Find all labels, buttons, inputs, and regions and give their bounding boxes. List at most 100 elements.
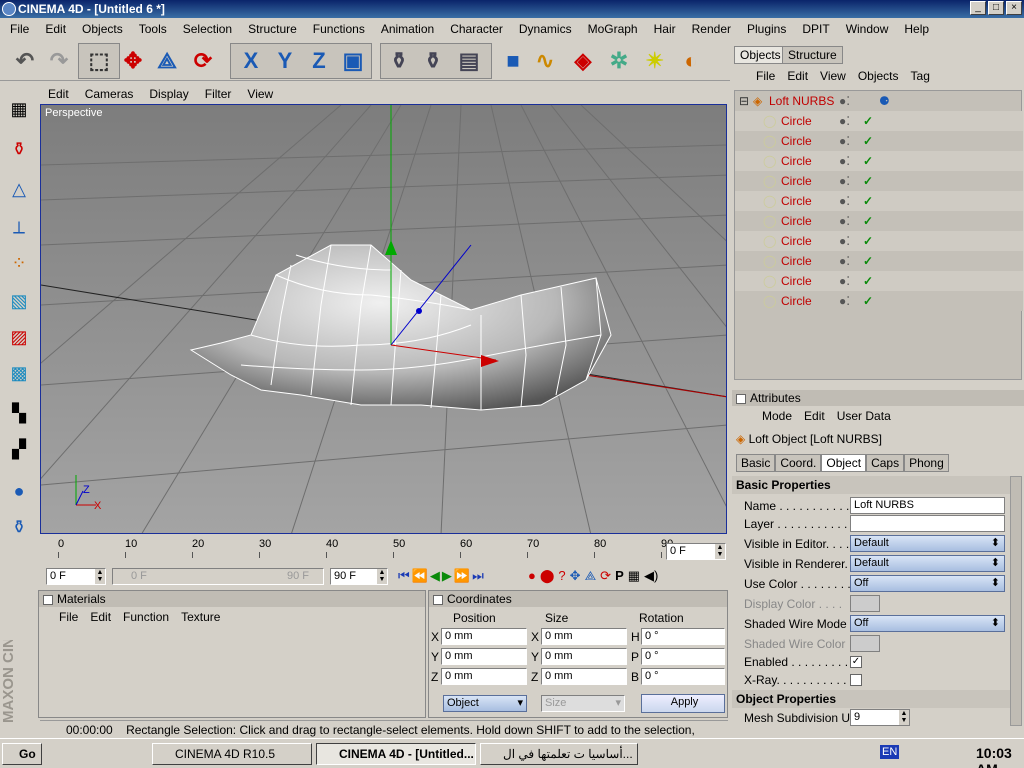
- object-row-circle[interactable]: ◯ Circle ●⁚ ✓: [735, 191, 1023, 211]
- mesh-subdivision-u-field[interactable]: 9 ▲ ▼: [850, 709, 910, 726]
- tab-caps[interactable]: Caps: [866, 454, 905, 472]
- tab-objects[interactable]: Objects: [734, 46, 787, 64]
- play-backward-icon[interactable]: ◀: [430, 568, 440, 584]
- display-color-swatch[interactable]: [850, 595, 880, 612]
- close-button[interactable]: ×: [1006, 1, 1022, 15]
- materials-menu-file[interactable]: File: [53, 610, 84, 624]
- coordinate-system-icon[interactable]: ▣: [338, 45, 368, 77]
- object-row-circle[interactable]: ◯ Circle ●⁚ ✓: [735, 171, 1023, 191]
- menu-help[interactable]: Help: [896, 22, 937, 36]
- scale-icon[interactable]: ⟁: [152, 45, 182, 77]
- position-key-icon[interactable]: ✥: [570, 568, 581, 584]
- enabled-check-icon[interactable]: ✓: [863, 211, 873, 231]
- viewport-menu-filter[interactable]: Filter: [197, 87, 240, 101]
- visibility-dots-icon[interactable]: ●⁚: [839, 191, 850, 211]
- apply-button[interactable]: Apply: [641, 694, 725, 713]
- visibility-dots-icon[interactable]: ●⁚: [839, 151, 850, 171]
- texture-tool-icon[interactable]: ▩: [4, 358, 34, 388]
- visibility-dots-icon[interactable]: ●⁚: [839, 111, 850, 131]
- object-row-circle[interactable]: ◯ Circle ●⁚ ✓: [735, 271, 1023, 291]
- rotation-field[interactable]: 0 °: [641, 628, 725, 645]
- nurbs-icon[interactable]: ◈: [568, 45, 598, 77]
- current-frame-field[interactable]: 0 F ▲ ▼: [666, 543, 726, 560]
- start-button[interactable]: Go: [2, 743, 42, 765]
- attributes-scrollbar[interactable]: [1010, 476, 1022, 726]
- attributes-menu-edit[interactable]: Edit: [798, 409, 831, 423]
- menu-file[interactable]: File: [2, 22, 37, 36]
- enabled-check-icon[interactable]: ✓: [863, 231, 873, 251]
- visibility-dots-icon[interactable]: ●⁚: [839, 211, 850, 231]
- rectangle-selection-icon[interactable]: ⬚: [84, 45, 114, 77]
- visibility-dots-icon[interactable]: ●⁚: [839, 171, 850, 191]
- object-row-circle[interactable]: ◯ Circle ●⁚ ✓: [735, 291, 1023, 311]
- name-input[interactable]: Loft NURBS: [850, 497, 1005, 514]
- tab-structure[interactable]: Structure: [782, 46, 843, 64]
- autokey-icon[interactable]: ⬤: [540, 568, 555, 584]
- visible-renderer-select[interactable]: Default ⬍: [850, 555, 1005, 572]
- tab-coord[interactable]: Coord.: [775, 454, 822, 472]
- coordinate-mode-select[interactable]: Object ▾: [443, 695, 527, 712]
- menu-window[interactable]: Window: [838, 22, 897, 36]
- go-to-end-icon[interactable]: ⏭: [472, 568, 484, 584]
- visibility-dots-icon[interactable]: ●⁚: [839, 91, 850, 111]
- materials-menu-function[interactable]: Function: [117, 610, 175, 624]
- viewport-layout-icon[interactable]: ▦: [4, 94, 34, 124]
- size-field[interactable]: 0 mm: [541, 628, 627, 645]
- visibility-dots-icon[interactable]: ●⁚: [839, 251, 850, 271]
- size-mode-select[interactable]: Size ▾: [541, 695, 625, 712]
- taskbar-item-c4d-untitled[interactable]: CINEMA 4D - [Untitled...: [316, 743, 476, 765]
- rotate-icon[interactable]: ⟳: [188, 45, 218, 77]
- object-row-circle[interactable]: ◯ Circle ●⁚ ✓: [735, 131, 1023, 151]
- enabled-check-icon[interactable]: ✓: [863, 111, 873, 131]
- menu-dpit[interactable]: DPIT: [794, 22, 837, 36]
- rotation-field[interactable]: 0 °: [641, 668, 725, 685]
- viewport-menu-cameras[interactable]: Cameras: [77, 87, 142, 101]
- window-titlebar[interactable]: CINEMA 4D - [Untitled 6 *]: [0, 0, 1024, 18]
- visible-editor-select[interactable]: Default ⬍: [850, 535, 1005, 552]
- collapse-icon[interactable]: ⊟: [739, 91, 749, 111]
- object-axis-icon[interactable]: ⟂: [4, 212, 34, 242]
- rotation-key-icon[interactable]: ⟳: [600, 568, 611, 584]
- size-field[interactable]: 0 mm: [541, 648, 627, 665]
- minimize-button[interactable]: _: [970, 1, 986, 15]
- visibility-dots-icon[interactable]: ●⁚: [839, 131, 850, 151]
- object-manager-list[interactable]: ⊟ ◈ Loft NURBS ●⁚ ⚈ ◯ Circle ●⁚ ✓ ◯ Circle ●⁚ ✓…: [734, 90, 1023, 380]
- undo-icon[interactable]: ↶: [10, 45, 40, 77]
- object-row-circle[interactable]: ◯ Circle ●⁚ ✓: [735, 231, 1023, 251]
- enabled-checkbox[interactable]: ✓: [850, 656, 862, 668]
- enabled-check-icon[interactable]: ✓: [863, 171, 873, 191]
- viewport-menu-display[interactable]: Display: [141, 87, 196, 101]
- light-icon[interactable]: ✴: [640, 45, 670, 77]
- tab-basic[interactable]: Basic: [736, 454, 776, 472]
- play-forward-icon[interactable]: ▶: [442, 568, 452, 584]
- sound-icon[interactable]: ◀): [644, 568, 658, 584]
- parameter-key-icon[interactable]: P: [615, 568, 624, 584]
- rotation-field[interactable]: 0 °: [641, 648, 725, 665]
- use-color-select[interactable]: Off ⬍: [850, 575, 1005, 592]
- start-frame-field[interactable]: 0 F ▲ ▼: [46, 568, 106, 585]
- viewport-menu-edit[interactable]: Edit: [40, 87, 77, 101]
- enabled-check-icon[interactable]: ✓: [863, 251, 873, 271]
- object-row-circle[interactable]: ◯ Circle ●⁚ ✓: [735, 211, 1023, 231]
- array-icon[interactable]: ✲: [604, 45, 634, 77]
- make-editable-icon[interactable]: ⚱: [4, 134, 34, 164]
- x-axis-icon[interactable]: X: [236, 45, 266, 77]
- deformer-icon[interactable]: ◐: [676, 45, 706, 77]
- z-axis-icon[interactable]: Z: [304, 45, 334, 77]
- enabled-check-icon[interactable]: ✓: [863, 131, 873, 151]
- object-row-circle[interactable]: ◯ Circle ●⁚ ✓: [735, 111, 1023, 131]
- materials-menu-texture[interactable]: Texture: [175, 610, 226, 624]
- language-indicator[interactable]: EN: [880, 745, 900, 759]
- y-axis-icon[interactable]: Y: [270, 45, 300, 77]
- menu-tools[interactable]: Tools: [131, 22, 175, 36]
- objects-menu-edit[interactable]: Edit: [781, 69, 814, 83]
- menu-hair[interactable]: Hair: [646, 22, 684, 36]
- objects-menu-view[interactable]: View: [814, 69, 852, 83]
- menu-selection[interactable]: Selection: [175, 22, 240, 36]
- visibility-dots-icon[interactable]: ●⁚: [839, 291, 850, 311]
- render-settings-icon[interactable]: ▤: [454, 45, 484, 77]
- tab-object[interactable]: Object: [821, 454, 867, 472]
- frame-range-slider[interactable]: 0 F 90 F: [112, 568, 324, 585]
- move-icon[interactable]: ✥: [118, 45, 148, 77]
- maximize-button[interactable]: □: [988, 1, 1004, 15]
